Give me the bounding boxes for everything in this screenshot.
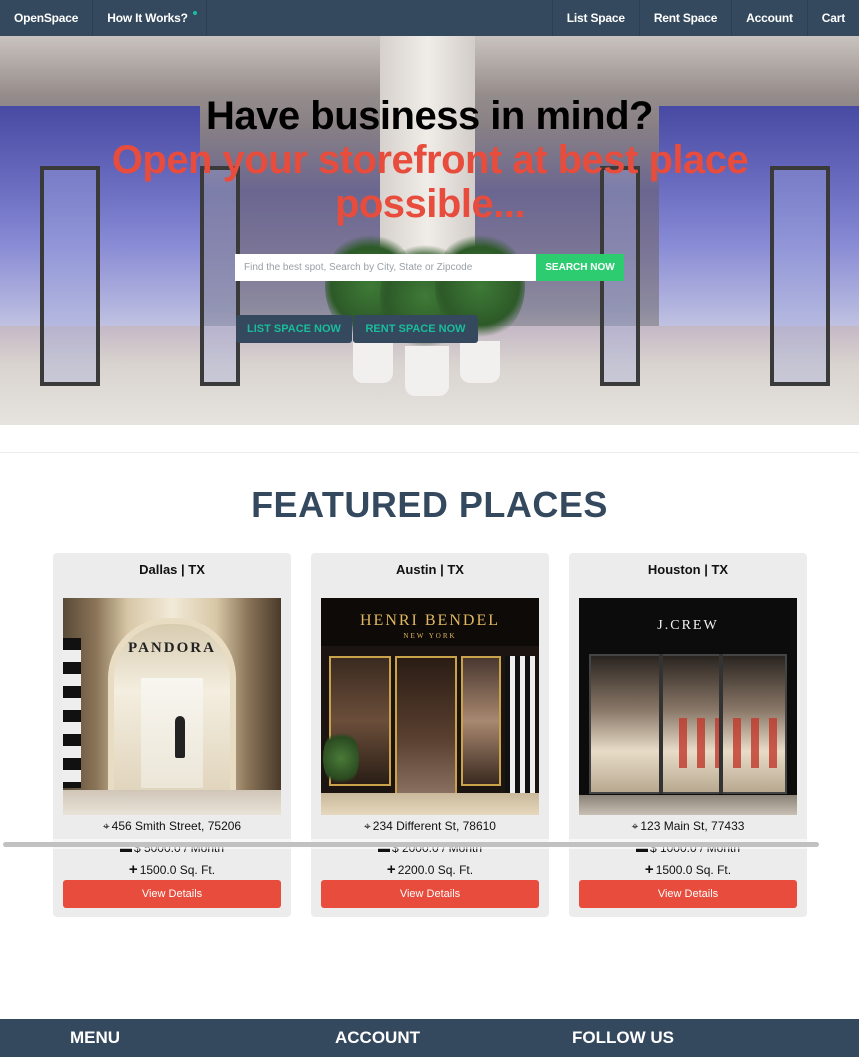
storefront-sign-subtitle: NEW YORK — [403, 632, 457, 640]
section-divider — [0, 452, 859, 453]
nav-how-it-works[interactable]: How It Works? — [93, 0, 207, 36]
footer: MENU ACCOUNT FOLLOW US — [0, 1019, 859, 1057]
nav-cart[interactable]: Cart — [806, 0, 859, 36]
featured-card-austin: Austin | TX HENRI BENDEL NEW YORK ⌖ 234 D… — [311, 553, 549, 917]
featured-title: FEATURED PLACES — [251, 484, 608, 525]
hero-planter-center — [405, 346, 449, 396]
map-marker-icon: ⌖ — [364, 819, 371, 833]
top-navbar: OpenSpace How It Works? List Space Rent … — [0, 0, 859, 36]
card-area: +1500.0 Sq. Ft. — [569, 861, 807, 878]
storefront-person — [175, 716, 185, 758]
nav-list-space[interactable]: List Space — [551, 0, 639, 36]
storefront-entrance — [395, 656, 457, 796]
nav-how-it-works-label: How It Works? — [107, 11, 188, 25]
storefront-stripes — [505, 656, 535, 796]
rent-space-now-button[interactable]: RENT SPACE NOW — [353, 315, 478, 343]
storefront-window-right — [461, 656, 501, 786]
storefront-floor — [63, 790, 281, 815]
brand-link[interactable]: OpenSpace — [0, 0, 94, 36]
storefront-plant — [323, 728, 359, 788]
storefront-sign-henri-bendel: HENRI BENDEL — [360, 612, 500, 629]
view-details-button[interactable]: View Details — [321, 880, 539, 908]
storefront-sign-jcrew: J.CREW — [657, 618, 719, 633]
card-address: ⌖ 234 Different St, 78610 — [311, 819, 549, 834]
footer-account-heading: ACCOUNT — [335, 1028, 420, 1047]
list-space-now-button[interactable]: LIST SPACE NOW — [236, 315, 352, 343]
plus-icon: + — [644, 861, 654, 878]
footer-menu-heading: MENU — [70, 1028, 121, 1047]
storefront-stripes — [63, 638, 81, 788]
card-image-jcrew[interactable]: J.CREW — [579, 598, 797, 815]
card-image-pandora[interactable]: PANDORA — [63, 598, 281, 815]
storefront-mannequins — [679, 718, 779, 768]
hero-banner: Have business in mind? Open your storefr… — [0, 36, 859, 425]
card-address: ⌖ 123 Main St, 77433 — [569, 819, 807, 834]
map-marker-icon: ⌖ — [631, 819, 639, 833]
search-bar: SEARCH NOW — [235, 254, 624, 281]
nav-rent-space[interactable]: Rent Space — [638, 0, 731, 36]
map-marker-icon: ⌖ — [102, 819, 110, 833]
storefront-sign-pandora: PANDORA — [128, 640, 216, 656]
card-area: +1500.0 Sq. Ft. — [53, 861, 291, 878]
storefront-door-frame — [659, 654, 663, 794]
hero-door-right — [770, 166, 830, 386]
card-city: Houston | TX — [647, 562, 729, 577]
card-city: Dallas | TX — [139, 562, 205, 577]
navbar-left: OpenSpace How It Works? — [0, 0, 207, 36]
hero-title: Have business in mind? — [206, 94, 653, 138]
card-area-text: 1500.0 Sq. Ft. — [139, 863, 216, 877]
hero-planter-left — [353, 341, 393, 383]
search-input[interactable] — [235, 254, 536, 281]
plus-icon: + — [128, 861, 138, 878]
plus-icon: + — [386, 861, 396, 878]
storefront-floor — [321, 793, 539, 815]
card-area: +2200.0 Sq. Ft. — [311, 861, 549, 878]
scrollbar-thumb[interactable] — [3, 842, 819, 847]
card-address-text: 234 Different St, 78610 — [372, 819, 496, 833]
card-address: ⌖ 456 Smith Street, 75206 — [53, 819, 291, 834]
search-now-button[interactable]: SEARCH NOW — [536, 254, 624, 281]
view-details-button[interactable]: View Details — [63, 880, 281, 908]
nav-account[interactable]: Account — [731, 0, 807, 36]
card-address-text: 456 Smith Street, 75206 — [111, 819, 242, 833]
featured-card-houston: Houston | TX J.CREW ⌖ 123 Main St, 77433 … — [569, 553, 807, 917]
featured-card-dallas: Dallas | TX PANDORA ⌖ 456 Smith Street, 7… — [53, 553, 291, 917]
hero-subtitle: Open your storefront at best place possi… — [111, 138, 749, 226]
card-area-text: 2200.0 Sq. Ft. — [397, 863, 474, 877]
storefront-door-frame-2 — [719, 654, 723, 794]
footer-follow-heading: FOLLOW US — [572, 1028, 674, 1047]
storefront-floor — [579, 795, 797, 815]
card-image-henri-bendel[interactable]: HENRI BENDEL NEW YORK — [321, 598, 539, 815]
notification-dot — [192, 11, 197, 15]
card-area-text: 1500.0 Sq. Ft. — [655, 863, 732, 877]
hero-planter-right — [460, 341, 500, 383]
navbar-right: List Space Rent Space Account Cart — [551, 0, 859, 36]
card-address-text: 123 Main St, 77433 — [640, 819, 745, 833]
view-details-button[interactable]: View Details — [579, 880, 797, 908]
storefront-doorway — [141, 678, 203, 788]
card-city: Austin | TX — [396, 562, 464, 577]
horizontal-scrollbar[interactable] — [0, 839, 859, 849]
